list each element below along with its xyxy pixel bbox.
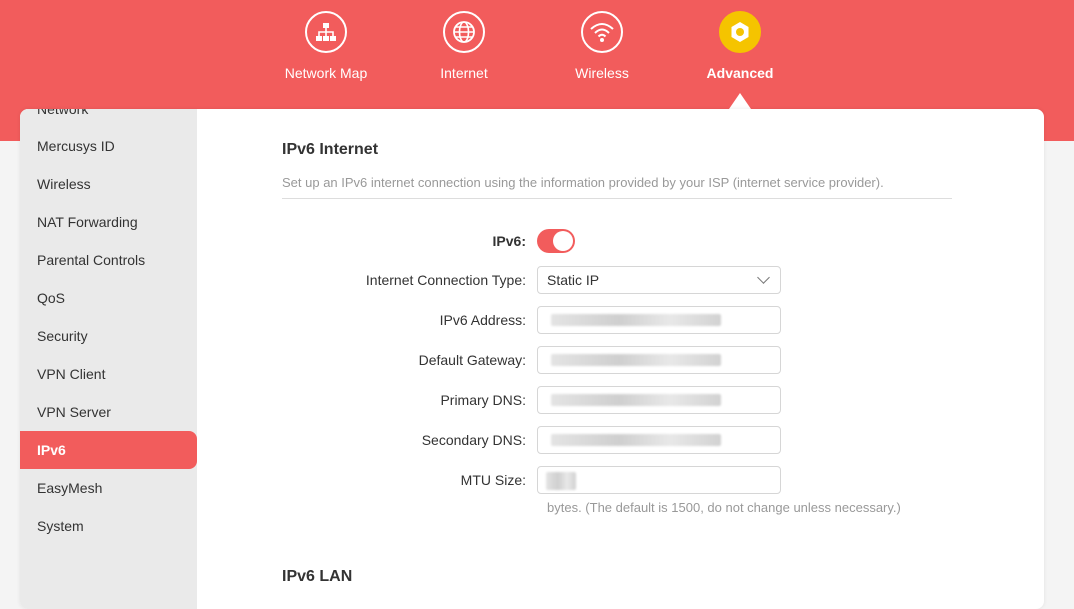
tab-label: Network Map (284, 65, 368, 81)
default-gateway-label: Default Gateway: (418, 352, 526, 368)
ipv6-internet-title: IPv6 Internet (282, 141, 379, 158)
ipv6-address-label: IPv6 Address: (439, 312, 526, 328)
sidebar: Network Mercusys ID Wireless NAT Forward… (20, 109, 197, 609)
sidebar-item-label: EasyMesh (37, 480, 103, 496)
connection-type-value: Static IP (547, 272, 600, 288)
active-tab-pointer (729, 93, 751, 109)
sidebar-item-label: VPN Server (37, 404, 111, 420)
content-card: Network Mercusys ID Wireless NAT Forward… (20, 109, 1044, 609)
sidebar-item-label: VPN Client (37, 366, 106, 382)
primary-dns-input[interactable] (537, 386, 781, 414)
divider (282, 198, 952, 199)
tab-label: Advanced (706, 65, 774, 81)
sidebar-item-parental-controls[interactable]: Parental Controls (20, 241, 197, 279)
ipv6-lan-title: IPv6 LAN (282, 568, 353, 585)
mtu-size-input[interactable] (537, 466, 781, 494)
mtu-size-label: MTU Size: (460, 472, 526, 488)
wifi-icon (581, 11, 623, 53)
sidebar-item-mercusys-id[interactable]: Mercusys ID (20, 127, 197, 165)
tab-label: Internet (440, 65, 488, 81)
sidebar-item-easymesh[interactable]: EasyMesh (20, 469, 197, 507)
tab-advanced[interactable]: Advanced (685, 11, 795, 81)
sidebar-item-label: Parental Controls (37, 252, 146, 268)
sidebar-item-label: Security (37, 328, 88, 344)
sidebar-item-label: IPv6 (37, 442, 66, 458)
sidebar-item-label: Mercusys ID (37, 138, 115, 154)
tab-network-map[interactable]: Network Map (271, 11, 381, 81)
tab-internet[interactable]: Internet (409, 11, 519, 81)
ipv6-address-input[interactable] (537, 306, 781, 334)
sidebar-item-label: System (37, 518, 84, 534)
secondary-dns-input[interactable] (537, 426, 781, 454)
sidebar-item-network[interactable]: Network (20, 109, 197, 128)
mtu-hint: bytes. (The default is 1500, do not chan… (547, 500, 901, 515)
secondary-dns-label: Secondary DNS: (421, 432, 526, 448)
redacted-value (551, 354, 721, 366)
redacted-value (551, 314, 721, 326)
sidebar-item-vpn-server[interactable]: VPN Server (20, 393, 197, 431)
sidebar-item-system[interactable]: System (20, 507, 197, 545)
sidebar-item-label: NAT Forwarding (37, 214, 138, 230)
sidebar-item-security[interactable]: Security (20, 317, 197, 355)
sidebar-item-label: Network (37, 109, 89, 117)
ipv6-internet-description: Set up an IPv6 internet connection using… (282, 175, 884, 190)
globe-icon (443, 11, 485, 53)
chevron-down-icon (757, 271, 770, 284)
redacted-value (551, 394, 721, 406)
default-gateway-input[interactable] (537, 346, 781, 374)
primary-dns-label: Primary DNS: (440, 392, 526, 408)
sidebar-item-ipv6[interactable]: IPv6 (20, 431, 197, 469)
sidebar-item-label: Wireless (37, 176, 91, 192)
sidebar-item-nat-forwarding[interactable]: NAT Forwarding (20, 203, 197, 241)
sidebar-item-qos[interactable]: QoS (20, 279, 197, 317)
gear-icon (719, 11, 761, 53)
tab-label: Wireless (575, 65, 629, 81)
connection-type-select[interactable]: Static IP (537, 266, 781, 294)
sidebar-item-vpn-client[interactable]: VPN Client (20, 355, 197, 393)
connection-type-label: Internet Connection Type: (365, 272, 526, 288)
sidebar-item-label: QoS (37, 290, 66, 306)
redacted-value (546, 472, 576, 490)
toggle-knob (553, 231, 573, 251)
network-map-icon (305, 11, 347, 53)
sidebar-item-wireless[interactable]: Wireless (20, 165, 197, 203)
redacted-value (551, 434, 721, 446)
tab-wireless[interactable]: Wireless (547, 11, 657, 81)
ipv6-toggle-label: IPv6: (492, 233, 526, 249)
ipv6-toggle[interactable] (537, 229, 575, 253)
